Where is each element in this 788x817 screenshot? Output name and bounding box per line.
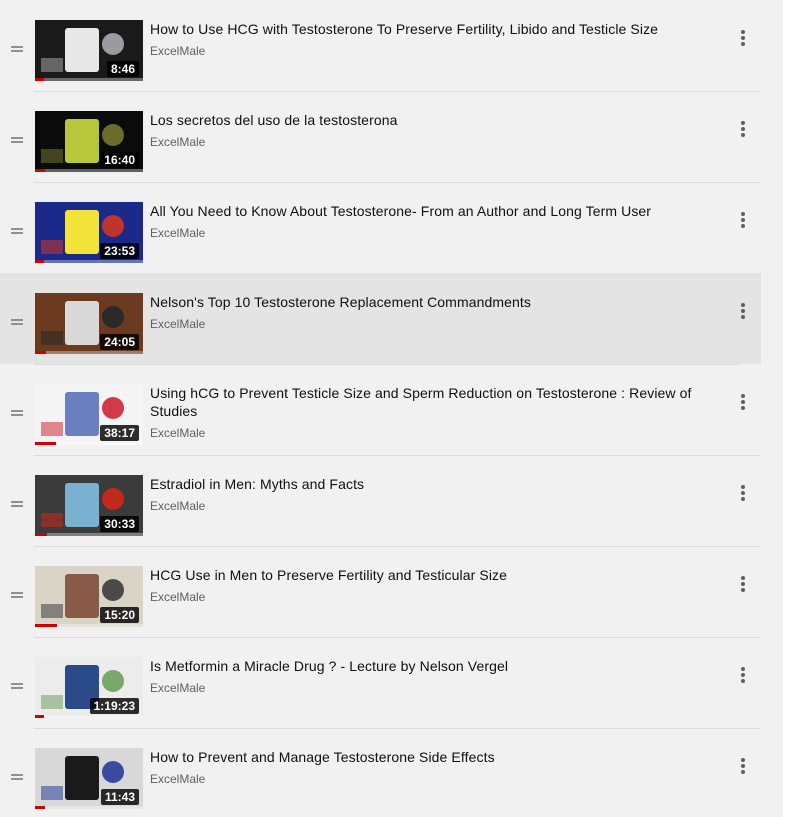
video-title[interactable]: How to Prevent and Manage Testosterone S… — [150, 748, 710, 766]
more-vert-icon[interactable] — [735, 667, 751, 685]
video-duration: 23:53 — [100, 243, 139, 259]
more-vert-icon[interactable] — [735, 485, 751, 503]
watch-progress-bar — [35, 351, 46, 354]
more-vert-icon[interactable] — [735, 121, 751, 139]
video-info: HCG Use in Men to Preserve Fertility and… — [150, 566, 710, 604]
watch-progress-bar — [35, 533, 47, 536]
more-vert-icon[interactable] — [735, 758, 751, 776]
video-info: How to Prevent and Manage Testosterone S… — [150, 748, 710, 786]
video-info: Los secretos del uso de la testosterona E… — [150, 111, 710, 149]
drag-handle-icon[interactable] — [11, 228, 23, 234]
channel-name[interactable]: ExcelMale — [150, 681, 710, 695]
video-thumbnail[interactable]: 11:43 — [35, 748, 143, 809]
scrollbar-track[interactable] — [783, 0, 788, 817]
drag-handle-icon[interactable] — [11, 501, 23, 507]
watch-progress-bar — [35, 260, 44, 263]
watch-progress-bar — [35, 715, 44, 718]
video-thumbnail[interactable]: 8:46 — [35, 20, 143, 81]
video-info: How to Use HCG with Testosterone To Pres… — [150, 20, 710, 58]
channel-name[interactable]: ExcelMale — [150, 590, 710, 604]
video-title[interactable]: All You Need to Know About Testosterone-… — [150, 202, 710, 220]
channel-name[interactable]: ExcelMale — [150, 772, 710, 786]
video-duration: 24:05 — [100, 334, 139, 350]
video-duration: 8:46 — [106, 61, 139, 77]
more-vert-icon[interactable] — [735, 212, 751, 230]
video-title[interactable]: HCG Use in Men to Preserve Fertility and… — [150, 566, 710, 584]
video-title[interactable]: Los secretos del uso de la testosterona — [150, 111, 710, 129]
playlist-item[interactable]: 15:20 HCG Use in Men to Preserve Fertilit… — [0, 546, 783, 638]
channel-name[interactable]: ExcelMale — [150, 135, 710, 149]
drag-handle-icon[interactable] — [11, 46, 23, 52]
drag-handle-icon[interactable] — [11, 410, 23, 416]
watch-progress-track — [35, 806, 143, 809]
channel-name[interactable]: ExcelMale — [150, 499, 710, 513]
video-thumbnail[interactable]: 15:20 — [35, 566, 143, 627]
drag-handle-icon[interactable] — [11, 683, 23, 689]
video-title[interactable]: Estradiol in Men: Myths and Facts — [150, 475, 710, 493]
video-thumbnail[interactable]: 16:40 — [35, 111, 143, 172]
video-duration: 15:20 — [100, 607, 139, 623]
video-title[interactable]: Is Metformin a Miracle Drug ? - Lecture … — [150, 657, 710, 675]
playlist-item[interactable]: 11:43 How to Prevent and Manage Testoster… — [0, 728, 783, 817]
video-thumbnail[interactable]: 38:17 — [35, 384, 143, 445]
video-info: Estradiol in Men: Myths and Facts ExcelMa… — [150, 475, 710, 513]
video-info: All You Need to Know About Testosterone-… — [150, 202, 710, 240]
playlist-item[interactable]: 30:33 Estradiol in Men: Myths and Facts Ex… — [0, 455, 783, 547]
more-vert-icon[interactable] — [735, 394, 751, 412]
video-duration: 38:17 — [100, 425, 139, 441]
more-vert-icon[interactable] — [735, 30, 751, 48]
video-duration: 11:43 — [100, 789, 139, 805]
video-duration: 16:40 — [100, 152, 139, 168]
watch-progress-track — [35, 260, 143, 263]
video-thumbnail[interactable]: 30:33 — [35, 475, 143, 536]
video-title[interactable]: Nelson's Top 10 Testosterone Replacement… — [150, 293, 710, 311]
watch-progress-bar — [35, 806, 45, 809]
playlist-item[interactable]: 1:19:23 Is Metformin a Miracle Drug ? - L… — [0, 637, 783, 729]
channel-name[interactable]: ExcelMale — [150, 426, 710, 440]
watch-progress-bar — [35, 169, 45, 172]
watch-progress-track — [35, 533, 143, 536]
playlist-panel: 8:46 How to Use HCG with Testosterone To … — [0, 0, 783, 817]
channel-name[interactable]: ExcelMale — [150, 44, 710, 58]
drag-handle-icon[interactable] — [11, 592, 23, 598]
watch-progress-track — [35, 78, 143, 81]
watch-progress-bar — [35, 624, 57, 627]
playlist-item[interactable]: 38:17 Using hCG to Prevent Testicle Size … — [0, 364, 783, 456]
watch-progress-track — [35, 169, 143, 172]
video-thumbnail[interactable]: 23:53 — [35, 202, 143, 263]
playlist-item[interactable]: 23:53 All You Need to Know About Testoste… — [0, 182, 783, 274]
drag-handle-icon[interactable] — [11, 774, 23, 780]
channel-name[interactable]: ExcelMale — [150, 226, 710, 240]
watch-progress-track — [35, 715, 143, 718]
watch-progress-bar — [35, 442, 56, 445]
video-duration: 1:19:23 — [89, 698, 139, 714]
video-thumbnail[interactable]: 24:05 — [35, 293, 143, 354]
more-vert-icon[interactable] — [735, 303, 751, 321]
playlist-item[interactable]: 24:05 Nelson's Top 10 Testosterone Replac… — [0, 273, 761, 365]
drag-handle-icon[interactable] — [11, 319, 23, 325]
video-title[interactable]: How to Use HCG with Testosterone To Pres… — [150, 20, 710, 38]
channel-name[interactable]: ExcelMale — [150, 317, 710, 331]
watch-progress-track — [35, 351, 143, 354]
watch-progress-bar — [35, 78, 44, 81]
video-info: Nelson's Top 10 Testosterone Replacement… — [150, 293, 710, 331]
video-info: Is Metformin a Miracle Drug ? - Lecture … — [150, 657, 710, 695]
video-info: Using hCG to Prevent Testicle Size and S… — [150, 384, 710, 440]
more-vert-icon[interactable] — [735, 576, 751, 594]
video-duration: 30:33 — [100, 516, 139, 532]
video-thumbnail[interactable]: 1:19:23 — [35, 657, 143, 718]
drag-handle-icon[interactable] — [11, 137, 23, 143]
playlist-item[interactable]: 8:46 How to Use HCG with Testosterone To … — [0, 0, 783, 92]
video-title[interactable]: Using hCG to Prevent Testicle Size and S… — [150, 384, 710, 420]
playlist-item[interactable]: 16:40 Los secretos del uso de la testoste… — [0, 91, 783, 183]
